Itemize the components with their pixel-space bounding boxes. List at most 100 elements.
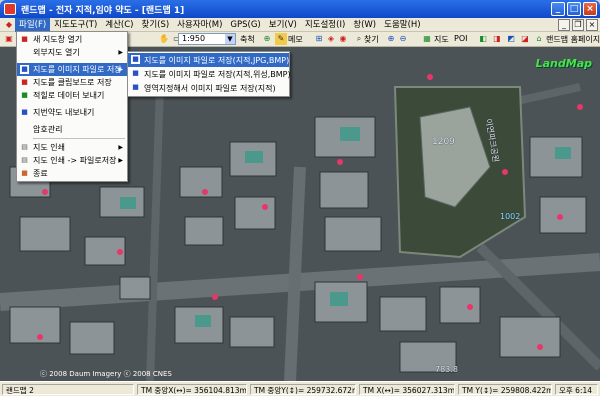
child-minimize-button[interactable]: _ xyxy=(558,19,570,31)
home-icon[interactable]: ⌂ xyxy=(533,33,545,45)
lot-label: 1209 xyxy=(432,137,455,147)
status-tm-y: TM Y(↕)= 259808.422m xyxy=(458,384,552,395)
menu-gps[interactable]: GPS(G) xyxy=(226,18,264,32)
menu-item-save-region[interactable]: ■ 영역지정해서 이미지 파일로 저장(지적) xyxy=(128,81,289,95)
scale-value: 1:950 xyxy=(182,34,206,43)
status-time: 오후 6:14 xyxy=(555,384,598,395)
memo-icon[interactable]: ✎ xyxy=(275,33,287,45)
chevron-right-icon: ▶ xyxy=(118,144,123,151)
poi-button[interactable]: POI xyxy=(454,34,467,43)
save-icon: ■ xyxy=(131,55,140,64)
child-restore-button[interactable]: ❐ xyxy=(572,19,584,31)
status-tm-center-x: TM 중앙X(↔)= 356104.813m xyxy=(137,384,247,395)
close-button[interactable]: × xyxy=(583,2,597,16)
save-image-icon: ■ xyxy=(20,65,29,74)
print-icon: ▤ xyxy=(21,143,28,151)
menu-item-save-satellite-bmp[interactable]: ■ 지도를 이미지 파일로 저장(지적,위성,BMP) xyxy=(128,67,291,81)
lot-label: 783.8 xyxy=(435,365,458,374)
menu-item-new-window[interactable]: ■ 새 지도창 열기 xyxy=(17,33,127,46)
homepage-button[interactable]: 랜드맵 홈페이지 xyxy=(546,34,600,45)
title-bar: 랜드맵 - 전자 지적,임야 약도 - [랜드맵 1] _ □ × xyxy=(0,0,600,18)
menu-view[interactable]: 보기(V) xyxy=(265,18,301,32)
map-button[interactable]: 지도 xyxy=(434,34,449,45)
menu-item-label: 외부지도 열기 xyxy=(33,48,80,57)
menu-item-save-image[interactable]: ■ 지도를 이미지 파일로 저장 ▶ xyxy=(17,63,127,76)
maximize-button[interactable]: □ xyxy=(567,2,581,16)
zoom-in-icon[interactable]: ⊕ xyxy=(385,33,397,45)
menu-item-label: 종료 xyxy=(33,169,48,178)
app-logo-icon xyxy=(4,3,16,15)
chevron-right-icon: ▶ xyxy=(118,49,123,56)
menu-item-label: 지도를 이미지 파일로 저장(지적,JPG,BMP) xyxy=(144,55,290,65)
exit-icon: ■ xyxy=(21,169,28,177)
window-title: 랜드맵 - 전자 지적,임야 약도 - [랜드맵 1] xyxy=(21,5,185,16)
menu-item-label: 새 지도창 열기 xyxy=(33,35,83,44)
menu-item-label: 지번약도 내보내기 xyxy=(33,108,95,117)
menu-item-label: 지도 인쇄 -> 파일로저장 xyxy=(33,156,117,165)
menu-item-label: 지도를 이미지 파일로 저장(지적,위성,BMP) xyxy=(144,69,291,79)
menu-map-settings[interactable]: 지도설정(I) xyxy=(301,18,349,32)
target-icon[interactable]: ⊕ xyxy=(261,33,273,45)
menu-user[interactable]: 사용자마(M) xyxy=(173,18,226,32)
save-image-submenu: ■ 지도를 이미지 파일로 저장(지적,JPG,BMP) ■ 지도를 이미지 파… xyxy=(127,51,291,97)
child-close-button[interactable]: × xyxy=(586,19,598,31)
scale-select[interactable]: 1:950 ▼ xyxy=(178,33,236,45)
status-document: 랜드맵 2 xyxy=(2,384,134,395)
menu-item-save-cadastral-jpg[interactable]: ■ 지도를 이미지 파일로 저장(지적,JPG,BMP) xyxy=(128,53,289,67)
file-menu: ■ 새 지도창 열기 외부지도 열기 ▶ ■ 지도를 이미지 파일로 저장 ▶ … xyxy=(16,31,128,182)
print-file-icon: ▤ xyxy=(21,156,28,164)
memo-button[interactable]: 메모 xyxy=(288,34,303,45)
menu-item-send-data[interactable]: ■ 적힐로 데이터 보내기 xyxy=(17,89,127,102)
cadastral-icon[interactable]: ◨ xyxy=(491,33,503,45)
zoom-out-icon[interactable]: ⊖ xyxy=(397,33,409,45)
scale-label: 축척 xyxy=(240,35,255,44)
menu-item-label: 영역지정해서 이미지 파일로 저장(지적) xyxy=(144,83,276,93)
minimize-button[interactable]: _ xyxy=(551,2,565,16)
menu-item-print-to-file[interactable]: ▤ 지도 인쇄 -> 파일로저장 ▶ xyxy=(17,154,127,167)
clipboard-icon: ■ xyxy=(21,78,28,86)
menu-calc[interactable]: 계산(C) xyxy=(101,18,137,32)
lot-label: 1002 xyxy=(500,212,521,221)
chevron-right-icon: ▶ xyxy=(118,157,123,164)
menu-help[interactable]: 도움말(H) xyxy=(380,18,424,32)
layer-icon[interactable]: ◧ xyxy=(477,33,489,45)
find-button[interactable]: 찾기 xyxy=(364,34,379,45)
menu-map-tools[interactable]: 지도도구(T) xyxy=(50,18,101,32)
chevron-right-icon: ▶ xyxy=(118,66,123,73)
menu-item-save-clipboard[interactable]: ■ 지도를 클립보드로 저장 xyxy=(17,76,127,89)
pin-icon[interactable]: ◉ xyxy=(337,33,349,45)
imagery-copyright: ⓒ 2008 Daum Imagery ⓒ 2008 CNES xyxy=(40,370,172,378)
menu-item-label: 적힐로 데이터 보내기 xyxy=(33,91,105,100)
info-icon[interactable]: ◪ xyxy=(519,33,531,45)
status-bar: 랜드맵 2 TM 중앙X(↔)= 356104.813m TM 중앙Y(↕)= … xyxy=(0,381,600,396)
menu-bar: ◆ 파일(F) 지도도구(T) 계산(C) 찾기(S) 사용자마(M) GPS(… xyxy=(0,17,600,32)
menu-item-print[interactable]: ▤ 지도 인쇄 ▶ xyxy=(17,141,127,154)
open-icon[interactable]: ▣ xyxy=(3,33,15,45)
status-tm-x: TM X(↔)= 356027.313m xyxy=(359,384,455,395)
pan-icon[interactable]: ✋ xyxy=(158,33,170,45)
menu-file[interactable]: 파일(F) xyxy=(15,17,51,32)
menu-find[interactable]: 찾기(S) xyxy=(138,18,174,32)
menu-item-open-external[interactable]: 외부지도 열기 ▶ xyxy=(17,46,127,59)
document-icon: ◆ xyxy=(5,19,13,29)
brand-watermark: LandMap xyxy=(535,57,592,70)
export-icon: ■ xyxy=(21,91,28,99)
menu-item-export-lot-map[interactable]: ■ 지번약도 내보내기 xyxy=(17,106,127,119)
satellite-icon[interactable]: ◩ xyxy=(505,33,517,45)
save-icon: ■ xyxy=(132,83,139,91)
menu-item-password[interactable]: 암호관리 xyxy=(17,123,127,136)
menu-item-label: 지도 인쇄 xyxy=(33,143,65,152)
map-export-icon: ■ xyxy=(21,108,28,116)
measure-icon[interactable]: ⊞ xyxy=(313,33,325,45)
menu-item-label: 지도를 이미지 파일로 저장 xyxy=(33,65,122,74)
menu-item-exit[interactable]: ■ 종료 xyxy=(17,167,127,180)
save-icon: ■ xyxy=(132,69,139,77)
menu-item-label: 지도를 클립보드로 저장 xyxy=(33,78,112,87)
status-tm-center-y: TM 중앙Y(↕)= 259732.672m xyxy=(250,384,356,395)
menu-item-label: 암호관리 xyxy=(33,125,63,134)
chevron-down-icon[interactable]: ▼ xyxy=(225,34,235,44)
map-icon[interactable]: ▦ xyxy=(421,33,433,45)
area-icon[interactable]: ◈ xyxy=(325,33,337,45)
new-window-icon: ■ xyxy=(21,35,28,43)
menu-window[interactable]: 창(W) xyxy=(349,18,380,32)
